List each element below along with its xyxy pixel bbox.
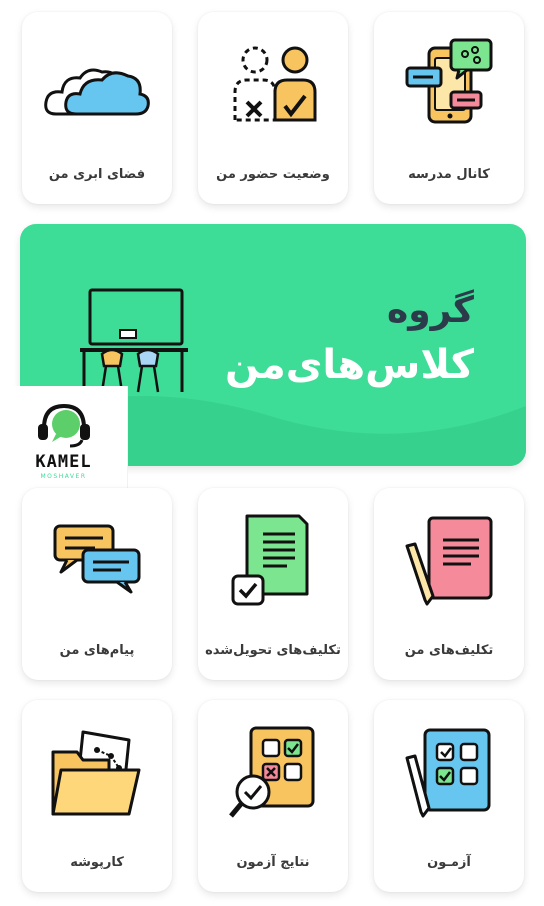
submitted-document-check-icon <box>198 510 348 610</box>
my-assignments-label: تکلیف‌های من <box>404 643 494 658</box>
my-messages-tile[interactable]: پیام‌های من <box>22 488 172 680</box>
attendance-people-icon <box>198 34 348 134</box>
logo-brand-text: KAMEL <box>35 452 92 472</box>
exam-results-label: نتایج آزمون <box>236 855 310 870</box>
exam-label: آزمـون <box>427 855 471 870</box>
school-channel-tile[interactable]: کانال مدرسه <box>374 12 524 204</box>
exam-checklist-icon <box>374 722 524 822</box>
portfolio-folder-icon <box>22 722 172 822</box>
my-assignments-tile[interactable]: تکلیف‌های من <box>374 488 524 680</box>
kamel-moshaver-logo: KAMEL MOSHAVER <box>0 386 128 490</box>
attendance-label: وضعیت حضور من <box>216 167 330 182</box>
chat-bubbles-icon <box>22 510 172 610</box>
phone-chat-icon <box>374 34 524 134</box>
cloud-icon <box>22 34 172 134</box>
exam-tile[interactable]: آزمـون <box>374 700 524 892</box>
banner-title-line2: کلاس‌های‌من <box>224 342 474 388</box>
headset-chat-icon <box>36 400 92 454</box>
submitted-assignments-label: تکلیف‌های تحویل‌شده <box>205 643 341 658</box>
submitted-assignments-tile[interactable]: تکلیف‌های تحویل‌شده <box>198 488 348 680</box>
attendance-tile[interactable]: وضعیت حضور من <box>198 12 348 204</box>
portfolio-tile[interactable]: کارپوشه <box>22 700 172 892</box>
cloud-storage-label: فضای ابری من <box>48 167 146 182</box>
logo-sub-text: MOSHAVER <box>40 473 87 480</box>
banner-title-line1: گروه <box>387 290 474 331</box>
portfolio-label: کارپوشه <box>70 855 124 870</box>
school-channel-label: کانال مدرسه <box>408 167 490 182</box>
exam-results-tile[interactable]: نتایج آزمون <box>198 700 348 892</box>
exam-results-magnifier-icon <box>198 722 348 822</box>
cloud-storage-tile[interactable]: فضای ابری من <box>22 12 172 204</box>
my-messages-label: پیام‌های من <box>59 643 135 658</box>
assignment-pencil-icon <box>374 510 524 610</box>
